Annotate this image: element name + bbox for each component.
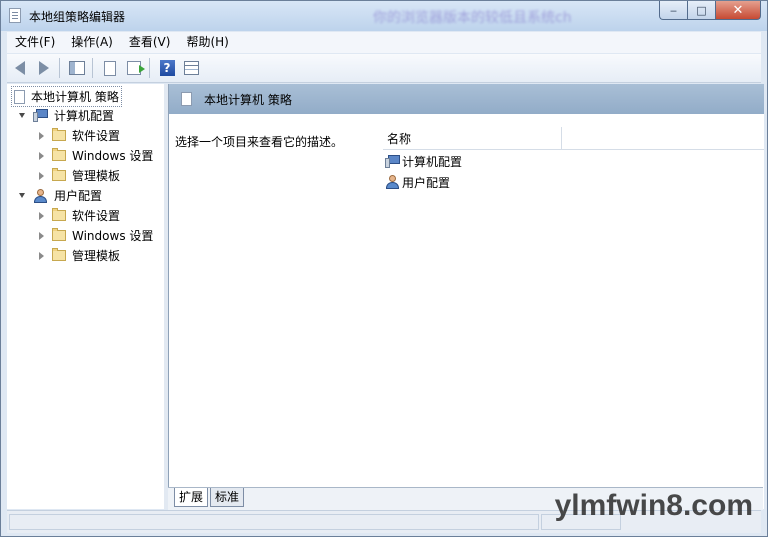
tree-item-label: 计算机配置 — [54, 109, 115, 123]
toolbar-separator — [149, 58, 150, 78]
list-item-label: 用户配置 — [402, 175, 451, 190]
list-item-user-config[interactable]: 用户配置 — [383, 172, 450, 192]
status-cell-main — [9, 514, 539, 530]
toolbar-separator — [92, 58, 93, 78]
menu-help[interactable]: 帮助(H) — [178, 32, 236, 53]
console-tree: 本地计算机 策略 计算机配置 软件设置 Windows 设置 管理模板 用户配置… — [7, 84, 165, 509]
details-header: 本地计算机 策略 — [169, 84, 764, 114]
policy-document-icon — [9, 8, 21, 23]
show-hide-console-tree-button[interactable] — [66, 57, 88, 79]
tree-item-user-admin-templates[interactable]: 管理模板 — [39, 246, 120, 265]
back-arrow-icon — [15, 61, 25, 75]
console-tree-icon — [69, 61, 85, 75]
tree-item-user-config[interactable]: 用户配置 — [19, 186, 102, 205]
window-controls: ‒ □ ✕ — [659, 1, 761, 20]
properties-icon — [104, 60, 116, 76]
forward-arrow-icon — [39, 61, 49, 75]
tree-item-label: 软件设置 — [72, 129, 121, 143]
expanded-arrow-icon[interactable] — [19, 113, 25, 118]
tree-item-computer-windows-settings[interactable]: Windows 设置 — [39, 146, 153, 165]
site-watermark: ylmfwin8.com — [554, 489, 753, 522]
computer-icon — [33, 109, 48, 122]
menu-view[interactable]: 查看(V) — [121, 32, 179, 53]
close-button[interactable]: ✕ — [715, 1, 761, 20]
folder-icon — [52, 128, 66, 141]
export-list-icon — [127, 61, 145, 75]
details-pane: 本地计算机 策略 选择一个项目来查看它的描述。 名称 计算机配置 用户配置 — [168, 84, 764, 509]
collapsed-arrow-icon[interactable] — [39, 131, 44, 140]
tree-item-label: 用户配置 — [54, 189, 103, 203]
folder-icon — [52, 168, 66, 181]
tab-standard[interactable]: 标准 — [210, 488, 245, 507]
folder-icon — [52, 228, 66, 241]
maximize-button[interactable]: □ — [687, 1, 715, 20]
policy-document-icon — [14, 89, 25, 104]
tree-item-computer-software-settings[interactable]: 软件设置 — [39, 126, 120, 145]
tree-item-label: Windows 设置 — [72, 149, 154, 163]
show-hide-action-pane-button[interactable] — [180, 57, 202, 79]
collapsed-arrow-icon[interactable] — [39, 151, 44, 160]
computer-icon — [385, 154, 400, 168]
menu-action[interactable]: 操作(A) — [63, 32, 121, 53]
folder-icon — [52, 148, 66, 161]
collapsed-arrow-icon[interactable] — [39, 231, 44, 240]
toolbar: ? — [7, 54, 761, 83]
user-icon — [385, 175, 400, 189]
collapsed-arrow-icon[interactable] — [39, 251, 44, 260]
tab-extended[interactable]: 扩展 — [174, 488, 209, 507]
items-list: 名称 计算机配置 用户配置 — [383, 119, 764, 484]
tree-item-user-software-settings[interactable]: 软件设置 — [39, 206, 120, 225]
details-header-title: 本地计算机 策略 — [204, 92, 292, 107]
column-header-name[interactable]: 名称 — [387, 130, 411, 147]
properties-button[interactable] — [99, 57, 121, 79]
tree-item-label: 本地计算机 策略 — [31, 90, 119, 104]
tree-item-label: Windows 设置 — [72, 229, 154, 243]
forward-button[interactable] — [33, 57, 55, 79]
minimize-button[interactable]: ‒ — [659, 1, 687, 20]
menu-file[interactable]: 文件(F) — [7, 32, 63, 53]
toolbar-separator — [59, 58, 60, 78]
blurred-title-text: 你的浏览器版本的较低且系统ch — [373, 10, 572, 25]
content-area: 本地计算机 策略 计算机配置 软件设置 Windows 设置 管理模板 用户配置… — [7, 84, 764, 510]
tree-item-label: 管理模板 — [72, 169, 121, 183]
collapsed-arrow-icon[interactable] — [39, 171, 44, 180]
folder-icon — [52, 248, 66, 261]
title-bar[interactable]: 本地组策略编辑器 你的浏览器版本的较低且系统ch ‒ □ ✕ — [1, 1, 767, 31]
tree-item-computer-admin-templates[interactable]: 管理模板 — [39, 166, 120, 185]
tree-item-user-windows-settings[interactable]: Windows 设置 — [39, 226, 153, 245]
list-header: 名称 — [383, 127, 764, 150]
tree-item-local-policy[interactable]: 本地计算机 策略 — [11, 86, 122, 107]
tree-item-label: 软件设置 — [72, 209, 121, 223]
tree-item-computer-config[interactable]: 计算机配置 — [19, 106, 114, 125]
list-item-computer-config[interactable]: 计算机配置 — [383, 151, 462, 171]
action-pane-icon — [183, 61, 199, 75]
tree-item-label: 管理模板 — [72, 249, 121, 263]
collapsed-arrow-icon[interactable] — [39, 211, 44, 220]
help-button[interactable]: ? — [156, 57, 178, 79]
window-title: 本地组策略编辑器 — [29, 10, 126, 24]
help-icon: ? — [159, 60, 175, 76]
user-icon — [33, 188, 48, 203]
column-separator[interactable] — [561, 127, 562, 149]
policy-document-icon — [181, 92, 192, 106]
app-window: 本地组策略编辑器 你的浏览器版本的较低且系统ch ‒ □ ✕ 文件(F) 操作(… — [0, 0, 768, 537]
back-button[interactable] — [9, 57, 31, 79]
list-item-label: 计算机配置 — [402, 154, 463, 169]
menu-bar: 文件(F) 操作(A) 查看(V) 帮助(H) — [7, 32, 761, 53]
expanded-arrow-icon[interactable] — [19, 193, 25, 198]
export-list-button[interactable] — [123, 57, 145, 79]
folder-icon — [52, 208, 66, 221]
description-text: 选择一个项目来查看它的描述。 — [175, 135, 344, 149]
